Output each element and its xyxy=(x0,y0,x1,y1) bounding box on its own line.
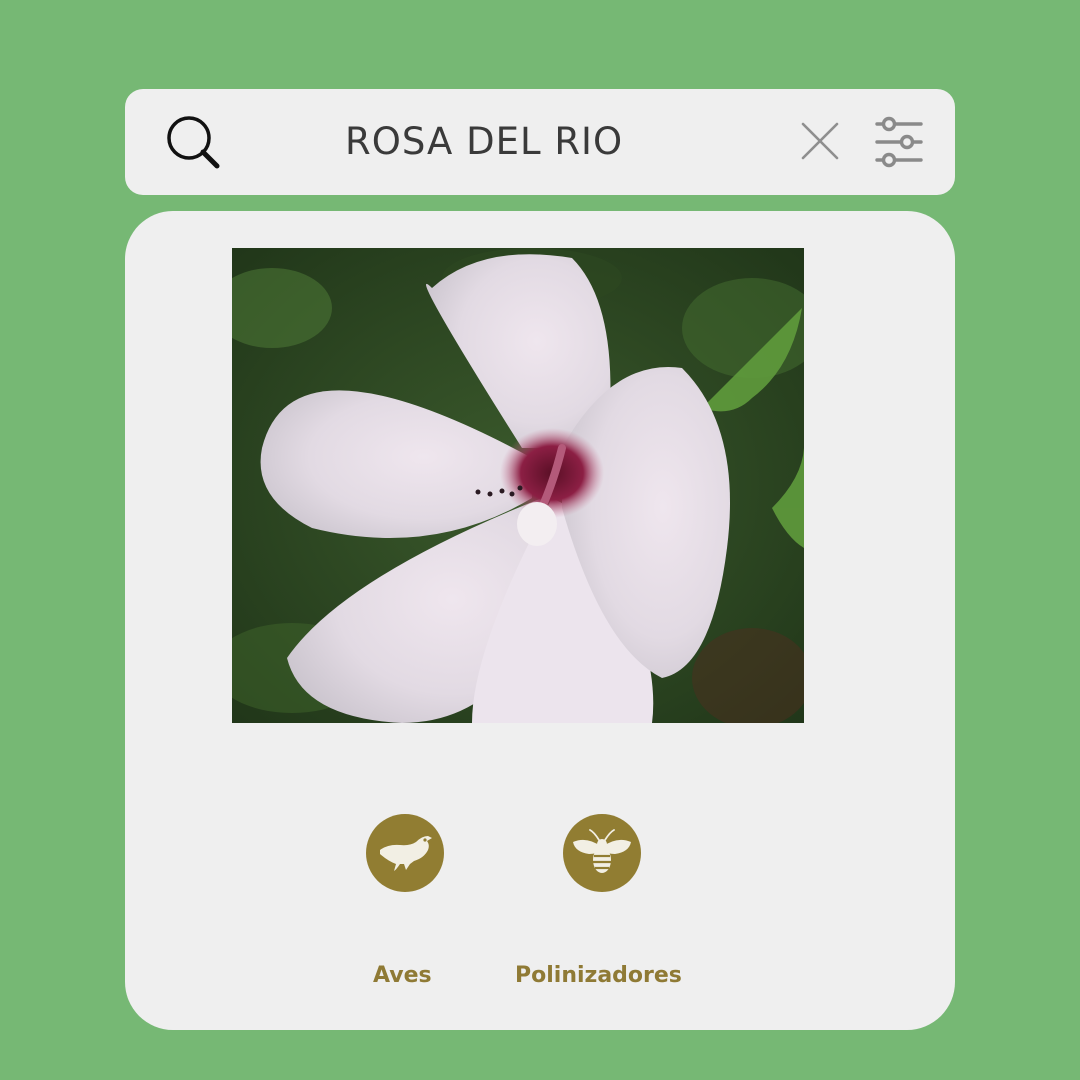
category-label: Polinizadores xyxy=(515,963,682,988)
sliders-icon[interactable] xyxy=(872,114,926,170)
category-label: Aves xyxy=(373,963,432,988)
category-aves[interactable]: Aves xyxy=(366,814,444,994)
search-input[interactable]: ROSA DEL RIO xyxy=(345,119,623,165)
category-polinizadores[interactable]: Polinizadores xyxy=(515,814,700,994)
bird-icon xyxy=(366,814,444,892)
close-icon[interactable] xyxy=(796,117,844,165)
bee-icon xyxy=(563,814,641,892)
search-icon[interactable] xyxy=(162,112,226,176)
flower-photo xyxy=(232,248,804,723)
